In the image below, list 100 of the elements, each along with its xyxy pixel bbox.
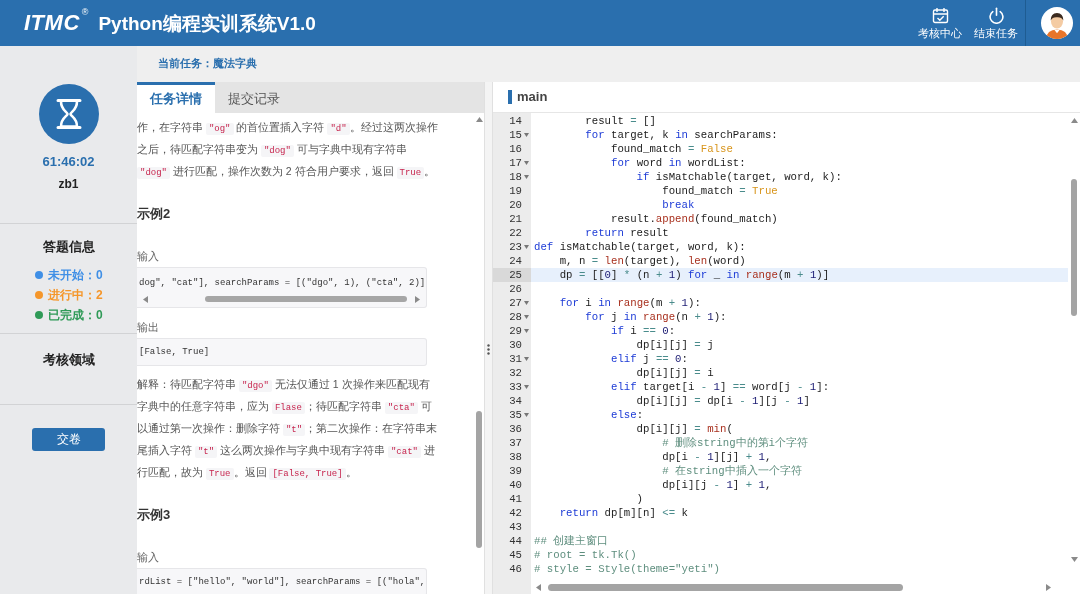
code-line: for i in range(m + 1): bbox=[558, 296, 702, 310]
code-line: result.append(found_match) bbox=[609, 212, 779, 226]
line-number: 22 bbox=[508, 226, 522, 240]
code-line: return result bbox=[584, 226, 670, 240]
line-number: 20 bbox=[508, 198, 522, 212]
scroll-down-arrow-icon[interactable] bbox=[1070, 557, 1078, 562]
code-line: dp[i][j] = j bbox=[635, 338, 715, 352]
section-title: 答题信息 bbox=[41, 238, 96, 256]
code-text: dog", "cat"], searchParams = [("dgo", 1), ("cta", 2)] bbox=[138, 277, 426, 290]
code-line: # 删除string中的第i个字符 bbox=[661, 436, 809, 450]
submit-button[interactable]: 交卷 bbox=[32, 428, 105, 451]
code-line: m, n = len(target), len(word) bbox=[558, 254, 747, 268]
line-number: 28 bbox=[508, 310, 522, 324]
io-label: 输入 bbox=[137, 249, 160, 264]
fold-caret-icon[interactable] bbox=[524, 329, 529, 333]
fold-caret-icon[interactable] bbox=[524, 161, 529, 165]
countdown-timer: 61:46:02 bbox=[41, 154, 96, 170]
fold-caret-icon[interactable] bbox=[524, 245, 529, 249]
fold-caret-icon[interactable] bbox=[524, 301, 529, 305]
line-number: 25 bbox=[508, 268, 522, 282]
tab[interactable]: 任务详情 bbox=[137, 82, 215, 113]
code-line: # 在string中插入一个字符 bbox=[661, 464, 803, 478]
code-line: if i == 0: bbox=[609, 324, 677, 338]
fold-caret-icon[interactable] bbox=[524, 133, 529, 137]
line-number: 35 bbox=[508, 408, 522, 422]
section-title: 考核领域 bbox=[41, 351, 96, 369]
line-number: 31 bbox=[508, 352, 522, 366]
fold-caret-icon[interactable] bbox=[524, 385, 529, 389]
code-line: for target, k in searchParams: bbox=[584, 128, 779, 142]
avatar-icon[interactable] bbox=[1041, 7, 1073, 39]
status-label: 进行中：2 bbox=[48, 287, 103, 304]
io-label: 输出 bbox=[137, 320, 160, 335]
line-number: 42 bbox=[508, 506, 522, 520]
code-line: for word in wordList: bbox=[609, 156, 747, 170]
code-line: dp[i][j - 1] + 1, bbox=[661, 478, 773, 492]
code-line: def isMatchable(target, word, k): bbox=[533, 240, 747, 254]
code-text: [False, True] bbox=[138, 346, 211, 359]
scroll-up-arrow-icon[interactable] bbox=[475, 117, 483, 122]
power-icon bbox=[987, 7, 1005, 24]
line-number: 14 bbox=[508, 114, 522, 128]
line-number: 44 bbox=[508, 534, 522, 548]
grip-dots-icon[interactable] bbox=[487, 344, 490, 355]
code-line: if isMatchable(target, word, k): bbox=[635, 170, 843, 184]
code-line: dp[i][j] = min( bbox=[635, 422, 734, 436]
registered-mark: ® bbox=[81, 8, 89, 17]
scrollbar-thumb[interactable] bbox=[476, 411, 482, 548]
tab[interactable]: 提交记录 bbox=[215, 82, 293, 113]
fold-caret-icon[interactable] bbox=[524, 315, 529, 319]
line-number: 43 bbox=[508, 520, 522, 534]
end-task-button[interactable]: 结束任务 bbox=[970, 7, 1022, 39]
fold-caret-icon[interactable] bbox=[524, 413, 529, 417]
app-title: Python编程实训系统V1.0 bbox=[98, 13, 316, 33]
status-label: 已完成：0 bbox=[48, 307, 103, 324]
code-line: found_match = False bbox=[609, 142, 734, 156]
file-tab[interactable]: main bbox=[517, 87, 548, 107]
code-line: return dp[m][n] <= k bbox=[558, 506, 689, 520]
line-number: 41 bbox=[508, 492, 522, 506]
code-line: result = [] bbox=[584, 114, 657, 128]
line-number: 19 bbox=[508, 184, 522, 198]
logo-text: ITMC bbox=[24, 12, 80, 34]
code-line: elif j == 0: bbox=[609, 352, 689, 366]
line-number: 26 bbox=[508, 282, 522, 296]
line-number: 45 bbox=[508, 548, 522, 562]
example-heading: 示例2 bbox=[137, 205, 172, 223]
description-paragraph: 解释：待匹配字符串 "dgo" 无法仅通过 1 次操作来匹配现有 字典中的任意字符串，应为 Flase ；待匹配字符串 "cta" 可 以通过第一次操作：删除字符 "t" ；第二次操作：在字符串末 尾插入字符 "t" 这么两次操作与字典中现有字符串 "cat" 进 行匹配，故为 True 。返回 [False, True] 。 bbox=[137, 377, 439, 482]
exam-center-button[interactable]: 考核中心 bbox=[914, 7, 966, 39]
calendar-check-icon bbox=[931, 7, 949, 24]
line-number: 16 bbox=[508, 142, 522, 156]
line-number: 39 bbox=[508, 464, 522, 478]
username-text: zb1 bbox=[57, 176, 80, 192]
scroll-right-arrow-icon[interactable] bbox=[1046, 584, 1051, 591]
line-number: 34 bbox=[508, 394, 522, 408]
code-line: # style = Style(theme="yeti") bbox=[533, 562, 721, 576]
description-paragraph: 作，在字符串 "og" 的首位置插入字符 "d" 。经过这两次操作 之后，待匹配字符串变为 "dog" 可与字典中现有字符串 "dog" 进行匹配，操作次数为 2 符合用户要求，返回 True 。 bbox=[137, 120, 439, 181]
line-number: 27 bbox=[508, 296, 522, 310]
code-line: # root = tk.Tk() bbox=[533, 548, 638, 562]
code-line: elif target[i - 1] == word[j - 1]: bbox=[609, 380, 831, 394]
line-number: 46 bbox=[508, 562, 522, 576]
scroll-up-arrow-icon[interactable] bbox=[1070, 118, 1078, 123]
status-label: 未开始：0 bbox=[48, 267, 103, 284]
line-number: 38 bbox=[508, 450, 522, 464]
fold-caret-icon[interactable] bbox=[524, 357, 529, 361]
code-line: else: bbox=[609, 408, 645, 422]
code-line: ) bbox=[635, 492, 645, 506]
scrollbar-thumb[interactable] bbox=[548, 584, 903, 591]
scroll-left-arrow-icon[interactable] bbox=[143, 295, 148, 303]
line-number: 33 bbox=[508, 380, 522, 394]
code-line: dp[i - 1][j] + 1, bbox=[661, 450, 773, 464]
line-number: 37 bbox=[508, 436, 522, 450]
line-number: 32 bbox=[508, 366, 522, 380]
io-label: 输入 bbox=[137, 550, 160, 565]
fold-caret-icon[interactable] bbox=[524, 175, 529, 179]
code-line: ## 创建主窗口 bbox=[533, 534, 610, 548]
line-number: 15 bbox=[508, 128, 522, 142]
scrollbar-thumb[interactable] bbox=[1071, 179, 1077, 316]
scroll-left-arrow-icon[interactable] bbox=[536, 584, 541, 591]
example-heading: 示例3 bbox=[137, 506, 172, 524]
scrollbar-thumb[interactable] bbox=[205, 296, 407, 302]
scroll-right-arrow-icon[interactable] bbox=[415, 295, 420, 303]
line-number: 17 bbox=[508, 156, 522, 170]
